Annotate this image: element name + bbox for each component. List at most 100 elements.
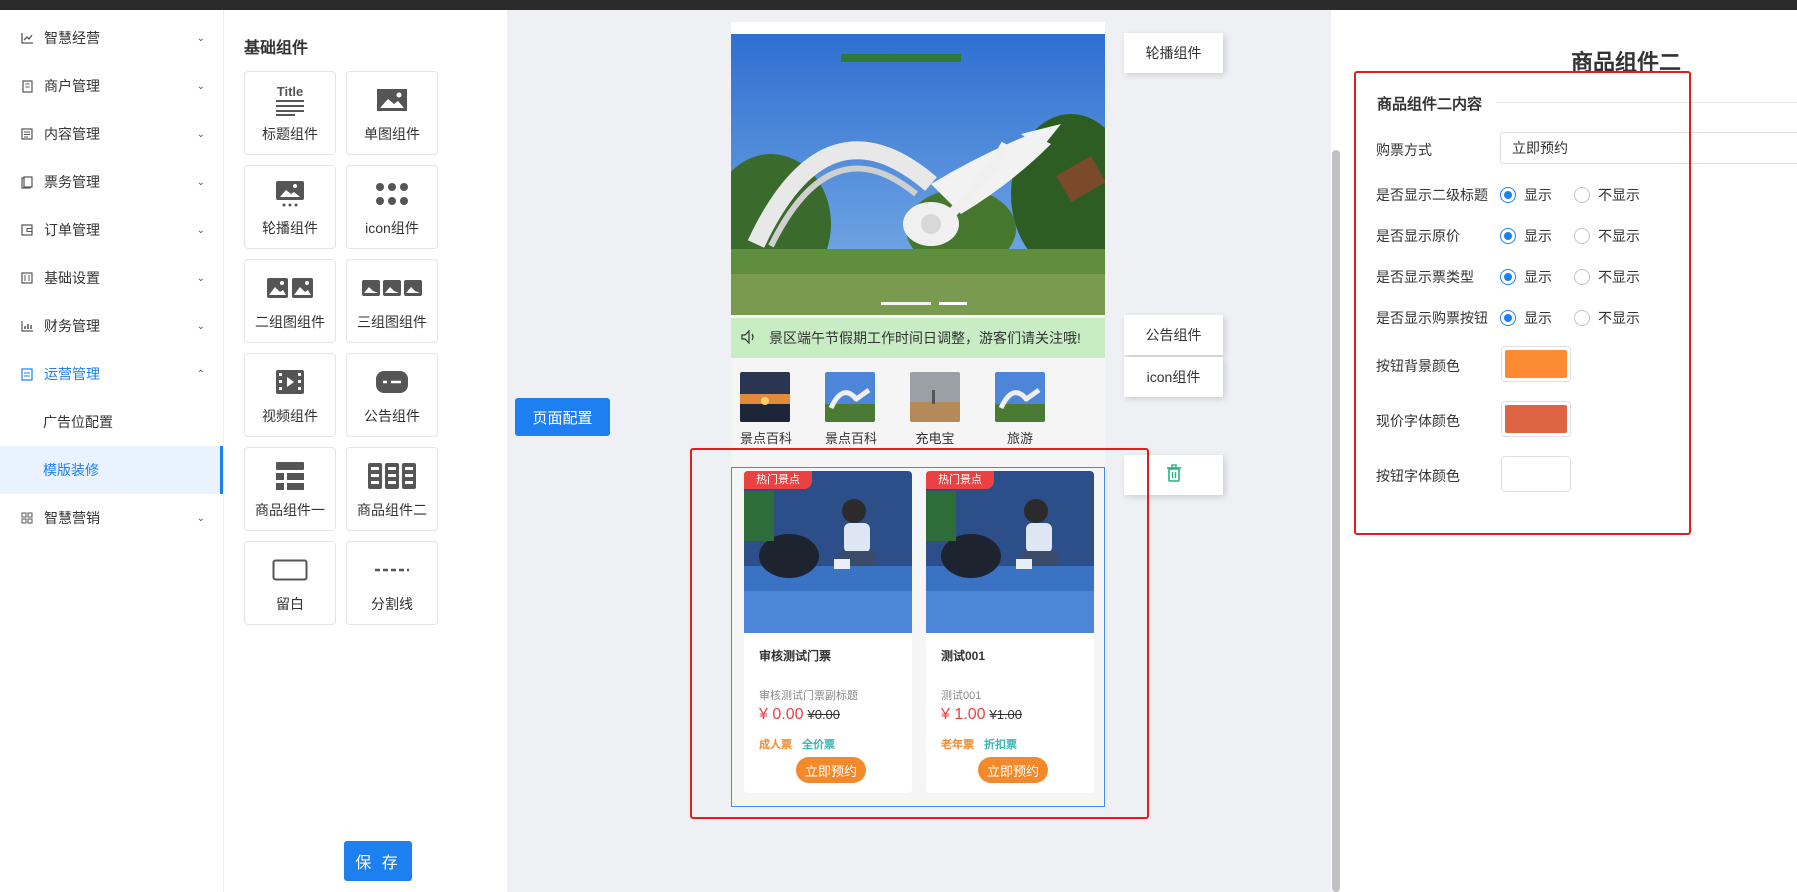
sidebar-item-operations[interactable]: 运营管理 ⌃ <box>0 350 223 398</box>
component-title[interactable]: Title 标题组件 <box>244 71 336 155</box>
radio-show[interactable]: 显示 <box>1500 185 1552 205</box>
book-now-button[interactable]: 立即预约 <box>796 757 866 783</box>
page-config-button[interactable]: 页面配置 <box>515 398 610 436</box>
building-icon <box>20 79 34 93</box>
component-three-images[interactable]: 三组图组件 <box>346 259 438 343</box>
sidebar-subitem-label: 广告位配置 <box>43 414 113 430</box>
notice-bar[interactable]: 景区端午节假期工作时间日调整，游客们请关注哦! <box>731 318 1105 358</box>
color-fill <box>1505 405 1567 433</box>
goods-component-two[interactable]: 热门景点 审核测试门票 审核测试门票副标题 ¥ 0.00 ¥0.00 成人票 全价票… <box>731 467 1105 807</box>
component-icon[interactable]: icon组件 <box>346 165 438 249</box>
bar-chart-icon <box>20 319 34 333</box>
icon-item-label: 景点百科 <box>825 431 878 446</box>
ticket-icon <box>20 175 34 189</box>
sidebar-item-ticket[interactable]: 票务管理 ⌄ <box>0 158 223 206</box>
component-goods-one[interactable]: 商品组件一 <box>244 447 336 531</box>
sidebar-item-smart-operation[interactable]: 智慧经营 ⌄ <box>0 14 223 62</box>
sidebar-item-finance[interactable]: 财务管理 ⌄ <box>0 302 223 350</box>
radio-label: 显示 <box>1524 269 1552 285</box>
show-original-price-radio-group: 显示 不显示 <box>1500 226 1640 246</box>
radio-dot <box>1500 269 1516 285</box>
button-bg-color-picker[interactable] <box>1501 346 1571 382</box>
save-button[interactable]: 保 存 <box>344 841 412 881</box>
sidebar-subitem-ad-config[interactable]: 广告位配置 <box>0 398 223 446</box>
tab-notice-component[interactable]: 公告组件 <box>1124 315 1223 355</box>
radio-dot <box>1574 187 1590 203</box>
radio-hide[interactable]: 不显示 <box>1574 308 1640 328</box>
component-divider[interactable]: 分割线 <box>346 541 438 625</box>
radio-hide[interactable]: 不显示 <box>1574 226 1640 246</box>
sidebar-item-basic-settings[interactable]: 基础设置 ⌄ <box>0 254 223 302</box>
carousel-banner[interactable] <box>731 34 1105 315</box>
wallet-icon <box>20 223 34 237</box>
sidebar-item-order[interactable]: 订单管理 ⌄ <box>0 206 223 254</box>
tab-icon-component[interactable]: icon组件 <box>1124 357 1223 397</box>
goods-card[interactable]: 热门景点 审核测试门票 审核测试门票副标题 ¥ 0.00 ¥0.00 成人票 全价票… <box>744 471 912 793</box>
radio-dot <box>1574 269 1590 285</box>
component-goods-two[interactable]: 商品组件二 <box>346 447 438 531</box>
dots-icon <box>374 176 410 212</box>
sidebar-item-merchant[interactable]: 商户管理 ⌄ <box>0 62 223 110</box>
ticket-type-tags: 成人票 全价票 <box>759 736 835 752</box>
original-price: ¥1.00 <box>989 707 1023 722</box>
component-carousel[interactable]: 轮播组件 <box>244 165 336 249</box>
radio-show[interactable]: 显示 <box>1500 226 1552 246</box>
canvas-scrollbar-thumb[interactable] <box>1332 150 1340 892</box>
component-label: 三组图组件 <box>357 314 427 330</box>
radio-dot <box>1500 228 1516 244</box>
three-images-icon <box>361 270 423 306</box>
title-icon: Title <box>273 82 307 118</box>
sidebar-item-label: 票务管理 <box>44 174 100 190</box>
radio-hide[interactable]: 不显示 <box>1574 267 1640 287</box>
goods-image <box>926 471 1094 633</box>
component-two-images[interactable]: 二组图组件 <box>244 259 336 343</box>
document-icon <box>20 127 34 141</box>
radio-show[interactable]: 显示 <box>1500 267 1552 287</box>
sidebar-item-label: 内容管理 <box>44 126 100 142</box>
goods-list-icon <box>275 458 305 494</box>
ticket-type-tags: 老年票 折扣票 <box>941 736 1017 752</box>
chevron-down-icon: ⌄ <box>196 224 205 236</box>
tab-label: 轮播组件 <box>1145 45 1202 61</box>
button-font-color-picker[interactable] <box>1501 456 1571 492</box>
two-images-icon <box>266 270 314 306</box>
icon-item[interactable]: 景点百科 <box>740 358 825 448</box>
purchase-method-select[interactable]: 立即预约 <box>1500 132 1797 164</box>
icon-item[interactable]: 景点百科 <box>825 358 910 448</box>
icon-item-label: 景点百科 <box>740 431 793 446</box>
goods-subtitle: 审核测试门票副标题 <box>759 690 858 702</box>
sidebar-subitem-template-decoration[interactable]: 模版装修 <box>0 446 223 494</box>
delete-component-button[interactable] <box>1124 455 1223 495</box>
component-single-image[interactable]: 单图组件 <box>346 71 438 155</box>
radio-dot <box>1574 310 1590 326</box>
radio-label: 不显示 <box>1598 228 1640 244</box>
color-fill <box>1505 350 1567 378</box>
chevron-down-icon: ⌄ <box>196 320 205 332</box>
book-now-button[interactable]: 立即预约 <box>978 757 1048 783</box>
component-video[interactable]: 视频组件 <box>244 353 336 437</box>
sidebar-item-label: 智慧营销 <box>44 510 100 526</box>
config-panel: 商品组件二 商品组件二内容 购票方式 立即预约 是否显示二级标题 显示 不显示 … <box>1345 10 1797 892</box>
sidebar-item-content[interactable]: 内容管理 ⌄ <box>0 110 223 158</box>
component-blank[interactable]: 留白 <box>244 541 336 625</box>
color-fill <box>1505 460 1567 488</box>
radio-show[interactable]: 显示 <box>1500 308 1552 328</box>
carousel-image <box>731 34 1105 315</box>
ticket-type-tag: 折扣票 <box>984 739 1017 751</box>
component-notice[interactable]: 公告组件 <box>346 353 438 437</box>
grid-icon <box>20 511 34 525</box>
radio-hide[interactable]: 不显示 <box>1574 185 1640 205</box>
icon-item-label: 旅游 <box>1006 431 1033 446</box>
tab-carousel-component[interactable]: 轮播组件 <box>1124 33 1223 73</box>
component-label: 公告组件 <box>364 408 420 424</box>
tab-label: icon组件 <box>1146 369 1201 385</box>
radio-row-label: 是否显示票类型 <box>1376 269 1474 285</box>
line-chart-icon <box>20 31 34 45</box>
sidebar-item-smart-marketing[interactable]: 智慧营销 ⌄ <box>0 494 223 542</box>
icon-item[interactable]: 充电宝 <box>910 358 995 448</box>
goods-card[interactable]: 热门景点 测试001 测试001 ¥ 1.00 ¥1.00 老年票 折扣票 立即预约 <box>926 471 1094 793</box>
config-title: 商品组件二 <box>1571 50 1682 75</box>
price-font-color-picker[interactable] <box>1501 401 1571 437</box>
component-label: 标题组件 <box>262 126 318 142</box>
icon-item[interactable]: 旅游 <box>995 358 1080 448</box>
